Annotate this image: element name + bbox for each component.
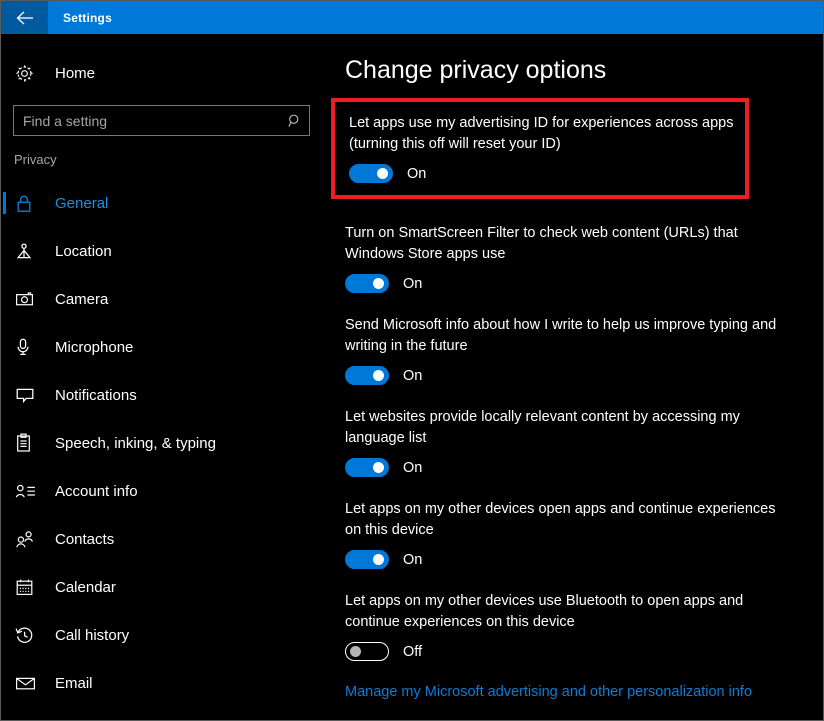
sidebar-nav-list: General Location Camera Microphone Notif… [1,179,331,707]
gear-icon [15,64,41,83]
setting-smartscreen-filter: Turn on SmartScreen Filter to check web … [345,223,785,293]
sidebar-item-calendar-label: Calendar [55,578,116,596]
sidebar-item-email[interactable]: Email [1,659,331,707]
toggle-state-label: On [403,459,423,476]
sidebar-item-microphone-label: Microphone [55,338,134,356]
toggle-thumb [350,646,361,657]
sidebar: Home Privacy [1,34,331,720]
toggle-bluetooth-cross-device[interactable] [345,642,389,661]
sidebar-item-location-label: Location [55,242,112,260]
page-title: Change privacy options [345,56,607,84]
sidebar-item-account-info[interactable]: Account info [1,467,331,515]
toggle-thumb [373,554,384,565]
sidebar-item-email-label: Email [55,674,93,692]
toggle-row: On [345,366,785,385]
search-icon[interactable] [281,113,309,129]
toggle-smartscreen-filter[interactable] [345,274,389,293]
toggle-state-label: On [407,165,427,182]
sidebar-item-speech-inking-typing-label: Speech, inking, & typing [55,434,216,452]
settings-window: Settings Home Find a setting Privacy Gen… [0,0,824,721]
window-title: Settings [63,10,112,25]
sidebar-item-call-history[interactable]: Call history [1,611,331,659]
calendar-icon [15,578,41,597]
setting-description: Turn on SmartScreen Filter to check web … [345,225,738,262]
setting-description: Let apps use my advertising ID for exper… [349,115,734,152]
toggle-language-list[interactable] [345,458,389,477]
sidebar-item-contacts-label: Contacts [55,530,115,548]
sidebar-item-general-label: General [55,194,109,212]
back-arrow-icon [15,10,35,26]
microphone-icon [15,337,41,357]
sidebar-item-notifications-label: Notifications [55,386,137,404]
location-pin-icon [15,242,41,261]
sidebar-item-camera-label: Camera [55,290,109,308]
camera-icon [15,290,41,309]
sidebar-item-notifications[interactable]: Notifications [1,371,331,419]
toggle-row: On [349,164,745,183]
toggle-thumb [373,278,384,289]
setting-language-list: Let websites provide locally relevant co… [345,407,785,477]
lock-icon [15,194,41,213]
toggle-thumb [373,370,384,381]
setting-typing-info: Send Microsoft info about how I write to… [345,315,785,385]
links-section: Manage my Microsoft advertising and othe… [345,684,823,720]
toggle-thumb [377,168,388,179]
envelope-icon [15,676,41,691]
toggle-state-label: On [403,275,423,292]
toggle-row: On [345,274,785,293]
toggle-typing-info[interactable] [345,366,389,385]
sidebar-item-camera[interactable]: Camera [1,275,331,323]
setting-advertising-id: Let apps use my advertising ID for exper… [331,98,749,199]
setting-description: Let apps on my other devices open apps a… [345,501,776,538]
sidebar-item-account-info-label: Account info [55,482,138,500]
toggle-state-label: On [403,367,423,384]
setting-description: Send Microsoft info about how I write to… [345,317,777,354]
setting-cross-device-apps: Let apps on my other devices open apps a… [345,499,785,569]
title-bar: Settings [1,1,823,34]
search-box[interactable] [13,105,310,136]
setting-description: Let apps on my other devices use Bluetoo… [345,593,744,630]
setting-bluetooth-cross-device: Let apps on my other devices use Bluetoo… [345,591,785,661]
selection-indicator [3,192,6,214]
toggle-thumb [373,462,384,473]
link-manage-advertising-info[interactable]: Manage my Microsoft advertising and othe… [345,684,823,700]
sidebar-item-home[interactable]: Home [1,56,331,90]
main-content: Change privacy options Let apps use my a… [331,34,823,720]
speech-bubble-icon [15,386,41,404]
setting-description: Let websites provide locally relevant co… [345,409,740,446]
sidebar-item-home-label: Home [55,64,96,82]
toggle-cross-device-apps[interactable] [345,550,389,569]
toggle-state-label: Off [403,643,423,660]
clock-history-icon [15,626,41,645]
toggle-row: On [345,458,785,477]
clipboard-icon [15,433,41,453]
sidebar-item-call-history-label: Call history [55,626,130,644]
settings-list: Let apps use my advertising ID for exper… [331,98,823,661]
contacts-icon [15,530,41,549]
toggle-state-label: On [403,551,423,568]
toggle-advertising-id[interactable] [349,164,393,183]
sidebar-category-label: Privacy [14,152,57,167]
toggle-row: Off [345,642,785,661]
sidebar-item-calendar[interactable]: Calendar [1,563,331,611]
sidebar-item-location[interactable]: Location [1,227,331,275]
back-button[interactable] [1,1,48,34]
sidebar-item-microphone[interactable]: Microphone [1,323,331,371]
account-list-icon [15,483,41,500]
sidebar-item-speech-inking-typing[interactable]: Speech, inking, & typing [1,419,331,467]
sidebar-item-general[interactable]: General [1,179,331,227]
search-input[interactable] [14,111,281,130]
toggle-row: On [345,550,785,569]
sidebar-item-contacts[interactable]: Contacts [1,515,331,563]
